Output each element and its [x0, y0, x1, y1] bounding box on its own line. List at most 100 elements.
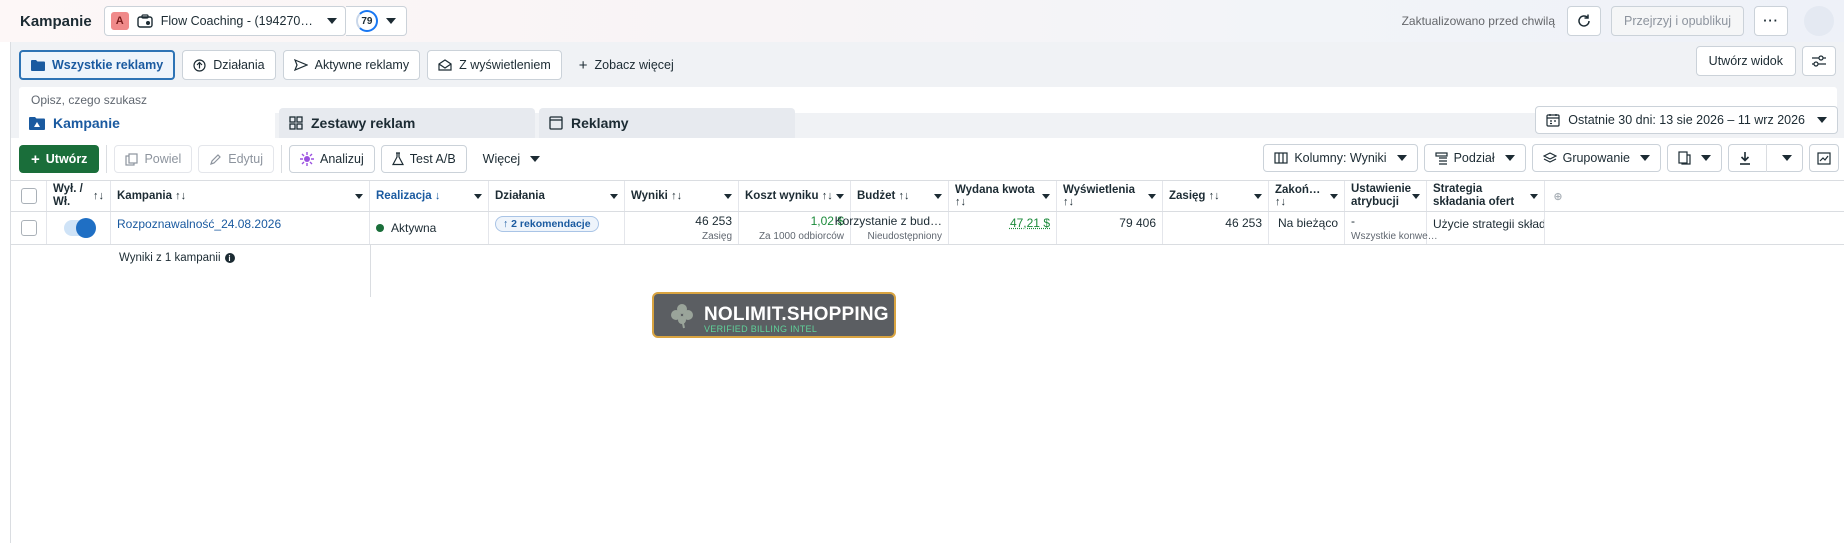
export-dropdown[interactable]: [1728, 144, 1803, 172]
header-onoff[interactable]: Wył. / Wł. ↑↓: [47, 181, 111, 211]
filter-all-ads[interactable]: Wszystkie reklamy: [19, 50, 176, 80]
tab-ad-sets[interactable]: Zestawy reklam: [279, 108, 535, 138]
chart-icon: [1817, 151, 1831, 165]
chevron-down-icon: [1330, 193, 1338, 199]
report-icon: [1678, 151, 1691, 165]
header-actions[interactable]: Działania: [489, 181, 625, 211]
chevron-down-icon: [836, 193, 844, 199]
pencil-icon: [209, 153, 222, 166]
opportunity-score-selector[interactable]: 79: [345, 6, 407, 36]
filter-bar: Wszystkie reklamy Działania Aktywne rekl…: [19, 50, 684, 80]
arrow-up-circle-icon: [193, 58, 206, 72]
header-budget[interactable]: Budżet ↑↓: [851, 181, 949, 211]
row-checkbox[interactable]: [20, 220, 37, 236]
header-delivery[interactable]: Realizacja ↓: [370, 181, 489, 211]
chevron-down-icon: [1396, 155, 1407, 161]
budget-cell: Korzystanie z bud… Nieudostępniony: [835, 212, 949, 244]
view-settings-button[interactable]: [1802, 46, 1836, 76]
header-ends[interactable]: Zakoń… ↑↓: [1269, 181, 1345, 211]
more-dropdown[interactable]: Więcej: [472, 145, 551, 173]
filter-with-impressions[interactable]: Z wyświetleniem: [427, 50, 562, 80]
header-cost[interactable]: Koszt wyniku ↑↓: [739, 181, 851, 211]
header-impressions[interactable]: Wyświetlenia ↑↓: [1057, 181, 1163, 211]
action-toolbar: + Utwórz Powiel Edytuj Analizuj Test A/B: [19, 144, 551, 174]
header-bid-strategy[interactable]: Strategia składania ofert: [1427, 181, 1545, 211]
table-options: Kolumny: Wyniki Podział Grupowanie: [1263, 144, 1839, 172]
recommendations-badge[interactable]: ↑ 2 rekomendacje: [495, 216, 599, 232]
tab-campaigns[interactable]: Kampanie: [19, 108, 275, 138]
account-selector[interactable]: A Flow Coaching - (194270…: [103, 6, 346, 36]
attribution-cell: - Wszystkie konwe…: [1345, 212, 1438, 244]
page-title: Kampanie: [20, 12, 92, 30]
ends-cell: Na bieżąco: [1269, 212, 1345, 244]
reach-cell: 46 253: [1163, 212, 1269, 244]
analyze-button[interactable]: Analizuj: [289, 145, 375, 173]
score-ring: 79: [355, 10, 378, 32]
filter-actions[interactable]: Działania: [182, 50, 276, 80]
chevron-down-icon: [1254, 193, 1262, 199]
calendar-icon: [1546, 113, 1560, 127]
chevron-down-icon: [385, 18, 396, 24]
sliders-icon: [1811, 54, 1827, 68]
delivery-cell: Aktywna: [370, 212, 489, 244]
header-attribution[interactable]: Ustawienie atrybucji: [1345, 181, 1427, 211]
grid-icon: [289, 116, 303, 130]
bid-strategy-cell: Użycie strategii składa…: [1427, 212, 1545, 244]
review-publish-button[interactable]: Przejrzyj i opublikuj: [1611, 6, 1744, 36]
chevron-down-icon: [1042, 193, 1050, 199]
chevron-down-icon: [1530, 193, 1538, 199]
account-name: Flow Coaching - (194270…: [160, 14, 313, 28]
status-dot: [376, 224, 384, 232]
profile-avatar[interactable]: [1804, 6, 1834, 36]
chevron-down-icon: [1148, 193, 1156, 199]
create-button[interactable]: + Utwórz: [19, 145, 100, 173]
refresh-button[interactable]: [1567, 6, 1602, 36]
briefcase-icon: [137, 14, 153, 28]
columns-dropdown[interactable]: Kolumny: Wyniki: [1263, 144, 1418, 172]
breakdown-dropdown[interactable]: Podział: [1423, 144, 1526, 172]
sort-icon: ↑↓: [671, 190, 683, 202]
header-reach[interactable]: Zasięg ↑↓: [1163, 181, 1269, 211]
sort-icon: ↑↓: [898, 190, 910, 202]
header-campaign[interactable]: Kampania ↑↓: [111, 181, 370, 211]
campaign-toggle[interactable]: [63, 218, 96, 238]
chevron-down-icon: [610, 193, 618, 199]
campaigns-panel: + Utwórz Powiel Edytuj Analizuj Test A/B: [11, 138, 1844, 543]
table-row[interactable]: Rozpoznawalność_24.08.2026 Aktywna ↑ 2 r…: [11, 212, 1844, 245]
actions-cell: ↑ 2 rekomendacje: [489, 212, 625, 244]
edit-button[interactable]: Edytuj: [198, 145, 275, 173]
row-select-cell: [11, 212, 47, 244]
more-options-button[interactable]: ···: [1754, 6, 1788, 36]
see-more-filters[interactable]: + Zobacz więcej: [569, 50, 684, 80]
chevron-down-icon: [934, 193, 942, 199]
date-range-picker[interactable]: Ostatnie 30 dni: 13 sie 2026 – 11 wrz 20…: [1535, 106, 1838, 134]
layers-icon: [1542, 151, 1557, 165]
select-all-cell: [11, 181, 47, 211]
main-area: Wszystkie reklamy Działania Aktywne rekl…: [10, 42, 1844, 543]
chevron-down-icon: [724, 193, 732, 199]
sort-icon: ↑↓: [955, 196, 966, 208]
chevron-down-icon: [1504, 155, 1515, 161]
ab-test-button[interactable]: Test A/B: [380, 145, 467, 173]
campaign-name-link[interactable]: Rozpoznawalność_24.08.2026: [117, 217, 281, 231]
sparkle-icon: [300, 152, 315, 166]
create-view-button[interactable]: Utwórz widok: [1695, 46, 1796, 76]
header-spent[interactable]: Wydana kwota ↑↓: [949, 181, 1057, 211]
reports-dropdown[interactable]: [1667, 144, 1722, 172]
grouping-dropdown[interactable]: Grupowanie: [1531, 144, 1661, 172]
table-header: Wył. / Wł. ↑↓ Kampania ↑↓ Realizacja ↓ D…: [11, 180, 1844, 212]
select-all-checkbox[interactable]: [20, 188, 37, 204]
filter-active-ads[interactable]: Aktywne reklamy: [282, 50, 421, 80]
charts-button[interactable]: [1809, 144, 1839, 172]
campaign-folder-icon: [29, 116, 45, 130]
send-icon: [293, 59, 308, 71]
chevron-down-icon: [1640, 155, 1650, 161]
row-toggle-cell: [47, 212, 111, 244]
watermark-badge: NOLIMIT.SHOPPING VERIFIED BILLING INTEL: [652, 292, 896, 338]
duplicate-button[interactable]: Powiel: [114, 145, 193, 173]
info-icon[interactable]: i: [224, 253, 235, 263]
account-avatar: A: [110, 12, 129, 30]
tab-ads[interactable]: Reklamy: [539, 108, 795, 138]
add-column-button[interactable]: ⊕: [1545, 181, 1571, 211]
header-results[interactable]: Wyniki ↑↓: [625, 181, 739, 211]
